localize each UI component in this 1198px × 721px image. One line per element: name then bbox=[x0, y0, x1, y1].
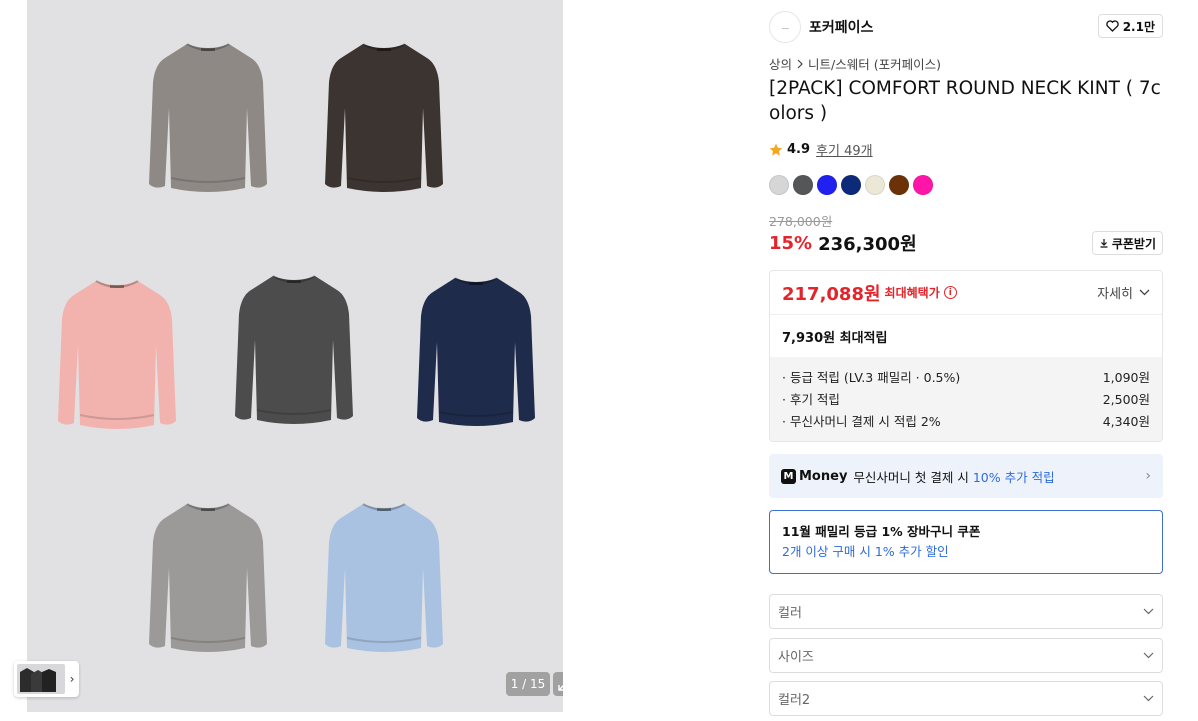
sweater-charcoal-image bbox=[233, 270, 355, 430]
points-breakdown: · 등급 적립 (LV.3 패밀리 · 0.5%) 1,090원 · 후기 적립… bbox=[770, 357, 1162, 441]
size-option-select[interactable]: 사이즈 bbox=[769, 638, 1163, 673]
coupon-subtitle: 2개 이상 구매 시 1% 추가 할인 bbox=[782, 544, 949, 559]
brand-name[interactable]: 포커페이스 bbox=[809, 17, 873, 37]
brand-row: ........ 포커페이스 2.1만 bbox=[769, 10, 1163, 44]
thumbnail-strip[interactable]: › bbox=[14, 661, 79, 697]
points-item: · 무신사머니 결제 시 적립 2% 4,340원 bbox=[782, 411, 1150, 433]
like-button[interactable]: 2.1만 bbox=[1097, 14, 1163, 38]
points-item-label: · 등급 적립 (LV.3 패밀리 · 0.5%) bbox=[782, 370, 961, 385]
rating-row: 4.9 후기 49개 bbox=[769, 140, 873, 159]
sweater-pink-image bbox=[56, 275, 178, 435]
detail-toggle-button[interactable]: 자세히 bbox=[1097, 283, 1150, 302]
sweater-gray-brown-image bbox=[147, 38, 269, 198]
discount-rate: 15% bbox=[769, 232, 813, 254]
money-banner-text: 무신사머니 첫 결제 시 bbox=[853, 469, 969, 485]
image-page-indicator: 1 / 15 bbox=[506, 672, 550, 696]
points-item-value: 1,090원 bbox=[1102, 370, 1150, 385]
breadcrumb: 상의 니트/스웨터 (포커페이스) bbox=[769, 54, 941, 73]
color-swatch[interactable] bbox=[769, 175, 789, 195]
coupon-button-label: 쿠폰받기 bbox=[1111, 236, 1156, 251]
breadcrumb-item-top[interactable]: 상의 bbox=[769, 54, 792, 73]
color-option-label: 컬러 bbox=[778, 606, 802, 621]
money-logo-icon: M bbox=[781, 468, 796, 484]
money-word: Money bbox=[799, 468, 848, 484]
product-image-gallery[interactable]: 1 / 15 bbox=[27, 0, 563, 712]
color-swatch[interactable] bbox=[889, 175, 909, 195]
chevron-down-icon bbox=[1142, 650, 1154, 662]
info-icon[interactable]: i bbox=[943, 286, 957, 299]
points-item-label: · 후기 적립 bbox=[782, 392, 840, 407]
points-item-value: 2,500원 bbox=[1102, 392, 1150, 407]
sweater-navy-image bbox=[415, 272, 537, 432]
coupon-title: 11월 패밀리 등급 1% 장바구니 쿠폰 bbox=[782, 524, 981, 539]
money-banner-highlight: 10% 추가 적립 bbox=[972, 469, 1055, 485]
product-page: 1 / 15 › ........ 포커페이스 2.1만 상의 니트/스웨터 (… bbox=[0, 0, 1198, 721]
chevron-down-icon bbox=[1139, 289, 1150, 296]
size-option-label: 사이즈 bbox=[778, 650, 814, 665]
color2-option-label: 컬러2 bbox=[778, 693, 811, 708]
color-swatch[interactable] bbox=[841, 175, 861, 195]
download-icon bbox=[1100, 239, 1108, 248]
chevron-right-icon: › bbox=[1145, 468, 1151, 484]
chevron-right-icon[interactable]: › bbox=[65, 672, 79, 686]
product-title: [2PACK] COMFORT ROUND NECK KINT ( 7color… bbox=[769, 78, 1161, 124]
coupon-download-button[interactable]: 쿠폰받기 bbox=[1091, 231, 1163, 255]
heart-icon bbox=[1105, 20, 1119, 32]
thumbnail-image[interactable] bbox=[17, 664, 65, 694]
max-benefit-header: 217,088원 최대혜택가 i 자세히 bbox=[770, 271, 1162, 315]
color-swatch[interactable] bbox=[913, 175, 933, 195]
original-price: 278,000원 bbox=[769, 214, 833, 229]
sale-price: 236,300원 bbox=[818, 234, 917, 255]
max-benefit-price: 217,088원 bbox=[782, 283, 881, 305]
points-item-value: 4,340원 bbox=[1102, 414, 1150, 429]
brand-logo[interactable]: ........ bbox=[769, 11, 801, 43]
sweater-sky-blue-image bbox=[323, 498, 445, 658]
color-swatch[interactable] bbox=[793, 175, 813, 195]
points-item: · 후기 적립 2,500원 bbox=[782, 389, 1150, 411]
price-row: 15% 236,300원 bbox=[769, 230, 917, 256]
detail-toggle-label: 자세히 bbox=[1097, 287, 1133, 302]
color-swatch[interactable] bbox=[865, 175, 885, 195]
color2-option-select[interactable]: 컬러2 bbox=[769, 681, 1163, 716]
max-benefit-label: 최대혜택가 bbox=[884, 286, 940, 300]
points-item: · 등급 적립 (LV.3 패밀리 · 0.5%) 1,090원 bbox=[782, 367, 1150, 389]
family-coupon-box[interactable]: 11월 패밀리 등급 1% 장바구니 쿠폰 2개 이상 구매 시 1% 추가 할… bbox=[769, 510, 1163, 574]
points-item-label: · 무신사머니 결제 시 적립 2% bbox=[782, 414, 941, 429]
review-count-link[interactable]: 후기 49개 bbox=[816, 140, 873, 159]
expand-icon[interactable] bbox=[553, 672, 563, 696]
chevron-down-icon bbox=[1142, 606, 1154, 618]
breadcrumb-item-knit[interactable]: 니트/스웨터 (포커페이스) bbox=[808, 54, 941, 73]
like-count: 2.1만 bbox=[1122, 19, 1155, 34]
color-swatches bbox=[769, 175, 933, 195]
chevron-down-icon bbox=[1142, 693, 1154, 705]
chevron-right-icon bbox=[797, 59, 803, 68]
color-swatch[interactable] bbox=[817, 175, 837, 195]
musinsa-money-banner[interactable]: M Money 무신사머니 첫 결제 시 10% 추가 적립 › bbox=[769, 454, 1163, 498]
max-benefit-box: 217,088원 최대혜택가 i 자세히 7,930원 최대적립 · 등급 적립… bbox=[769, 270, 1163, 442]
rating-score: 4.9 bbox=[787, 142, 811, 157]
sweater-dark-brown-image bbox=[323, 38, 445, 198]
color-option-select[interactable]: 컬러 bbox=[769, 594, 1163, 629]
star-icon bbox=[769, 143, 783, 156]
sweater-light-gray-image bbox=[147, 498, 269, 658]
points-summary: 7,930원 최대적립 bbox=[782, 330, 888, 346]
